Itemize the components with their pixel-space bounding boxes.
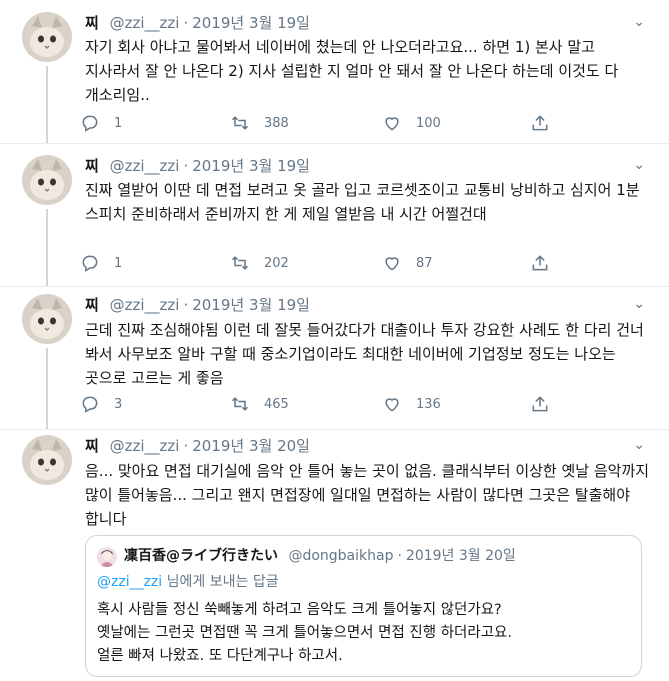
like-button[interactable]: 100 [382, 111, 441, 135]
tweet-actions: 3 465 136 [80, 392, 550, 416]
chevron-down-icon[interactable]: ⌄ [633, 157, 645, 173]
mention-link[interactable]: @zzi__zzi [97, 574, 162, 590]
reply-context-text: 님에게 보내는 답글 [162, 574, 279, 590]
share-button[interactable] [530, 392, 564, 416]
share-icon [532, 255, 548, 271]
heart-icon [385, 117, 399, 131]
retweet-button[interactable]: 202 [230, 251, 289, 275]
user-handle[interactable]: @dongbaikhap [288, 548, 393, 564]
avatar[interactable] [97, 547, 117, 567]
retweet-count: 465 [264, 396, 289, 412]
quoted-tweet-text: 혹시 사람들 정신 쑥빼놓게 하려고 음악도 크게 틀어놓지 않던가요? 옛날에… [97, 599, 632, 668]
user-handle[interactable]: @zzi__zzi [110, 296, 180, 314]
quoted-tweet-header: 凜百香@ライブ行きたい @dongbaikhap · 2019년 3월 20일 [124, 544, 516, 568]
reply-button[interactable]: 3 [80, 392, 122, 416]
tweet-actions: 1 202 87 [80, 251, 550, 275]
separator-dot: · [183, 157, 189, 175]
share-button[interactable] [530, 251, 564, 275]
chevron-down-icon[interactable]: ⌄ [633, 296, 645, 312]
tweet-header: 찌 @zzi__zzi · 2019년 3월 19일 [85, 12, 310, 34]
tweet-text: 진짜 열받어 이딴 데 면접 보려고 옷 골라 입고 코르셋조이고 교통비 낭비… [85, 181, 640, 223]
tweet[interactable]: 찌 @zzi__zzi · 2019년 3월 19일 ⌄ 근데 진짜 조심해야됨 이… [0, 286, 669, 430]
separator-dot: · [183, 296, 189, 314]
display-name[interactable]: 찌 [85, 157, 99, 175]
avatar[interactable] [22, 435, 72, 485]
retweet-icon [231, 116, 249, 130]
reply-count: 1 [114, 255, 123, 271]
retweet-count: 202 [264, 255, 289, 271]
share-icon [532, 115, 548, 131]
retweet-count: 388 [264, 115, 289, 131]
like-count: 136 [416, 396, 441, 412]
reply-count: 1 [114, 115, 123, 131]
display-name[interactable]: 찌 [85, 14, 99, 32]
avatar[interactable] [22, 12, 72, 62]
share-icon [532, 396, 548, 412]
like-button[interactable]: 136 [382, 392, 441, 416]
tweet-header: 찌 @zzi__zzi · 2019년 3월 19일 [85, 155, 310, 177]
heart-icon [385, 257, 399, 271]
reply-icon [82, 396, 98, 413]
chevron-down-icon[interactable]: ⌄ [633, 14, 645, 30]
display-name[interactable]: 찌 [85, 296, 99, 314]
separator-dot: · [397, 548, 402, 564]
quoted-tweet-line: 혹시 사람들 정신 쑥빼놓게 하려고 음악도 크게 틀어놓지 않던가요? [97, 602, 502, 618]
tweet[interactable]: 찌 @zzi__zzi · 2019년 3월 19일 ⌄ 진짜 열받어 이딴 데 면… [0, 143, 669, 287]
quoted-tweet-line: 얼른 빠져 나왔죠. 또 다단계구나 하고서. [97, 648, 343, 664]
user-handle[interactable]: @zzi__zzi [110, 14, 180, 32]
separator-dot: · [183, 14, 189, 32]
display-name[interactable]: 凜百香@ライブ行きたい [124, 548, 278, 564]
user-handle[interactable]: @zzi__zzi [110, 157, 180, 175]
tweet[interactable]: 찌 @zzi__zzi · 2019년 3월 19일 ⌄ 자기 회사 아냐고 물어봐… [0, 0, 669, 144]
thread-connector [46, 209, 48, 286]
like-count: 100 [416, 115, 441, 131]
retweet-button[interactable]: 388 [230, 111, 289, 135]
reply-button[interactable]: 1 [80, 111, 122, 135]
tweet-thread: 찌 @zzi__zzi · 2019년 3월 19일 ⌄ 자기 회사 아냐고 물어봐… [0, 0, 669, 681]
tweet-header: 찌 @zzi__zzi · 2019년 3월 20일 [85, 435, 310, 457]
heart-icon [385, 398, 399, 412]
reply-icon [82, 255, 98, 272]
display-name[interactable]: 찌 [85, 437, 99, 455]
tweet-actions: 1 388 100 [80, 111, 550, 135]
thread-connector [46, 348, 48, 429]
retweet-icon [231, 397, 249, 411]
like-count: 87 [416, 255, 433, 271]
separator-dot: · [183, 437, 189, 455]
chevron-down-icon[interactable]: ⌄ [633, 437, 645, 453]
tweet-header: 찌 @zzi__zzi · 2019년 3월 19일 [85, 294, 310, 316]
avatar[interactable] [22, 155, 72, 205]
tweet-date[interactable]: 2019년 3월 20일 [406, 548, 516, 564]
quoted-tweet[interactable]: 凜百香@ライブ行きたい @dongbaikhap · 2019년 3월 20일 @z… [85, 535, 642, 677]
reply-button[interactable]: 1 [80, 251, 122, 275]
thread-connector [46, 66, 48, 143]
share-button[interactable] [530, 111, 564, 135]
like-button[interactable]: 87 [382, 251, 433, 275]
tweet-text: 자기 회사 아냐고 물어봐서 네이버에 쳤는데 안 나오더라고요... 하면 1… [85, 38, 619, 104]
tweet-date[interactable]: 2019년 3월 19일 [192, 296, 310, 314]
tweet-date[interactable]: 2019년 3월 19일 [192, 157, 310, 175]
tweet-date[interactable]: 2019년 3월 20일 [192, 437, 310, 455]
retweet-icon [231, 256, 249, 270]
quoted-tweet-line: 옛날에는 그런곳 면접땐 꼭 크게 틀어놓으면서 면접 진행 하더라고요. [97, 625, 512, 641]
retweet-button[interactable]: 465 [230, 392, 289, 416]
reply-context: @zzi__zzi 님에게 보내는 답글 [97, 572, 279, 592]
tweet-text: 근데 진짜 조심해야됨 이런 데 잘못 들어갔다가 대출이나 투자 강요한 사례… [85, 321, 644, 387]
reply-count: 3 [114, 396, 123, 412]
tweet-date[interactable]: 2019년 3월 19일 [192, 14, 310, 32]
user-handle[interactable]: @zzi__zzi [110, 437, 180, 455]
avatar[interactable] [22, 294, 72, 344]
reply-icon [82, 115, 98, 132]
tweet-text: 음... 맞아요 면접 대기실에 음악 안 틀어 놓는 곳이 없음. 클래식부터… [85, 462, 650, 528]
